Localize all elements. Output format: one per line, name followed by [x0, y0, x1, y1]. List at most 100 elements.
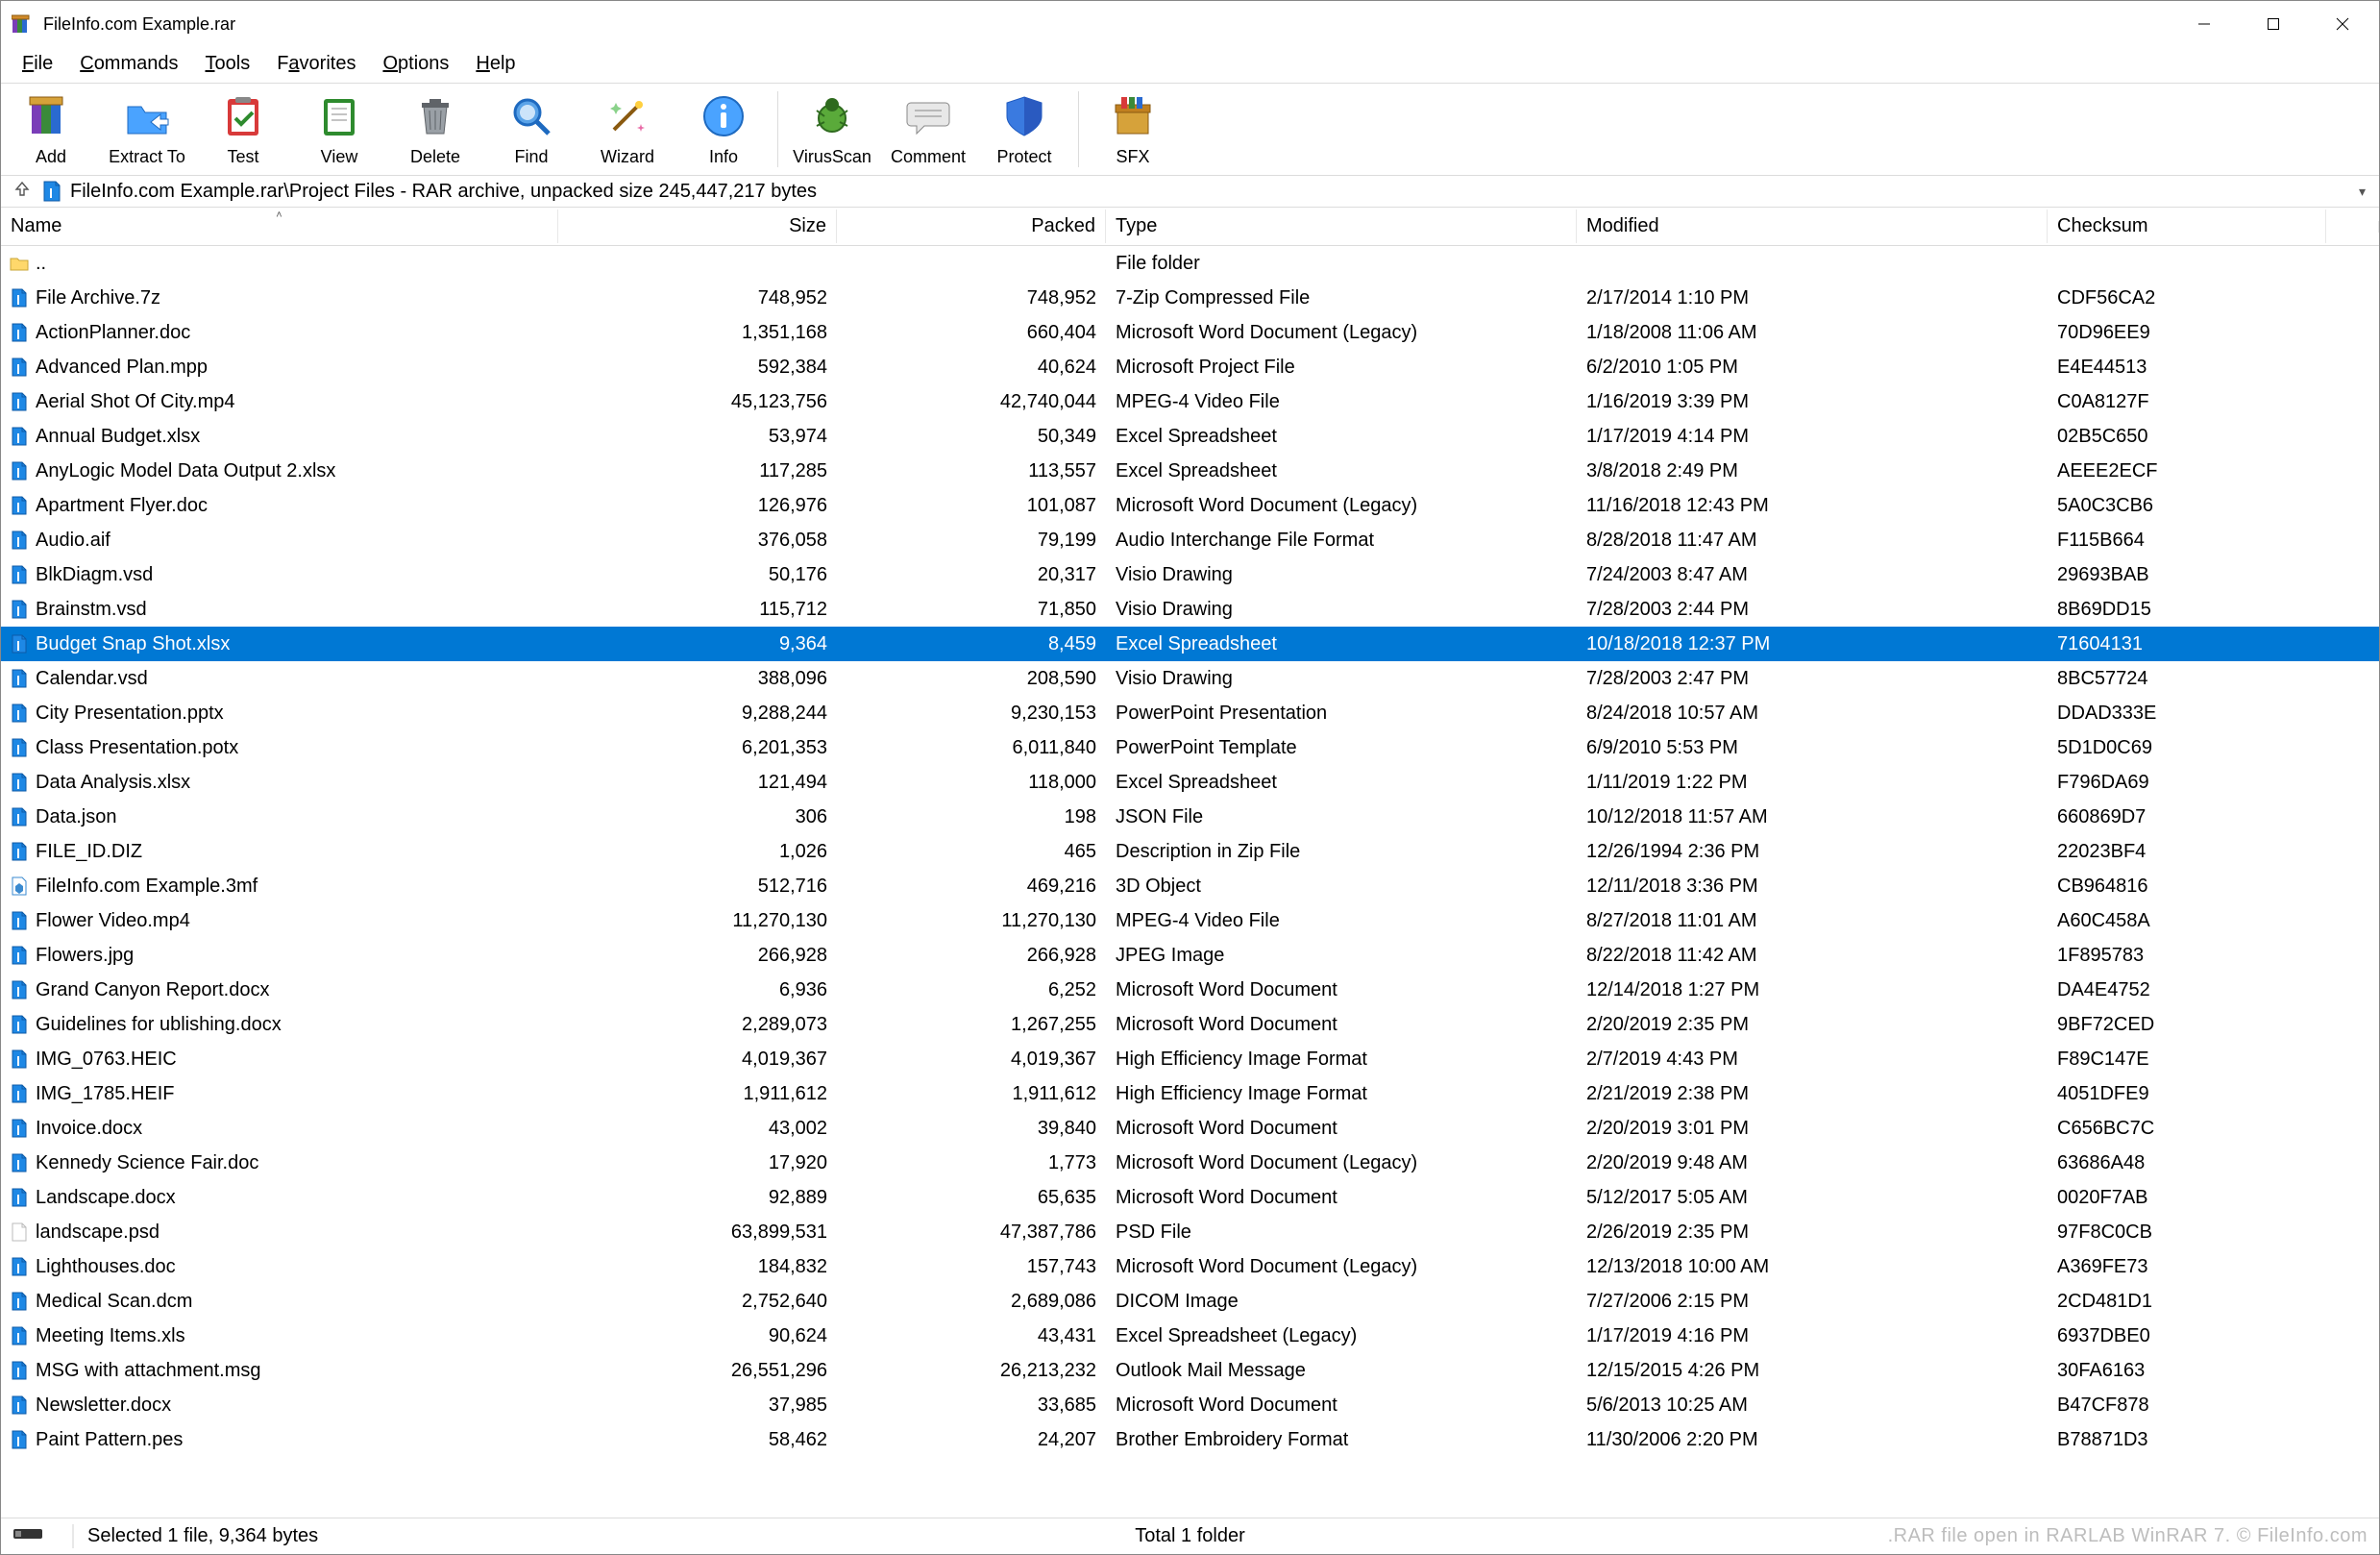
table-row[interactable]: Guidelines for ublishing.docx2,289,0731,…: [1, 1007, 2379, 1042]
file-icon: [9, 391, 30, 412]
file-size: 512,716: [558, 876, 837, 898]
toolbar-label: Protect: [996, 147, 1051, 167]
file-size: 50,176: [558, 564, 837, 586]
toolbar-sfx-button[interactable]: SFX: [1085, 86, 1181, 173]
menu-tools[interactable]: Tools: [192, 49, 264, 79]
toolbar-info-button[interactable]: Info: [675, 86, 772, 173]
file-name: BlkDiagm.vsd: [36, 564, 153, 586]
table-row[interactable]: landscape.psd63,899,53147,387,786PSD Fil…: [1, 1215, 2379, 1249]
table-row[interactable]: Newsletter.docx37,98533,685Microsoft Wor…: [1, 1388, 2379, 1422]
path-text[interactable]: FileInfo.com Example.rar\Project Files -…: [70, 181, 2351, 203]
toolbar-find-button[interactable]: Find: [483, 86, 579, 173]
file-modified: 7/28/2003 2:47 PM: [1577, 668, 2048, 690]
column-header-name[interactable]: Name˄: [1, 210, 558, 243]
column-header-packed[interactable]: Packed: [837, 210, 1106, 243]
menu-bar: FileCommandsToolsFavoritesOptionsHelp: [1, 47, 2379, 83]
table-row[interactable]: Landscape.docx92,88965,635Microsoft Word…: [1, 1180, 2379, 1215]
table-row[interactable]: Medical Scan.dcm2,752,6402,689,086DICOM …: [1, 1284, 2379, 1319]
table-row[interactable]: Aerial Shot Of City.mp445,123,75642,740,…: [1, 384, 2379, 419]
file-icon: [9, 945, 30, 966]
menu-options[interactable]: Options: [369, 49, 462, 79]
table-row[interactable]: Data Analysis.xlsx121,494118,000Excel Sp…: [1, 765, 2379, 800]
column-header-modified[interactable]: Modified: [1577, 210, 2048, 243]
toolbar-comment-button[interactable]: Comment: [880, 86, 976, 173]
file-icon: [9, 1049, 30, 1070]
table-row[interactable]: Flowers.jpg266,928266,928JPEG Image8/22/…: [1, 938, 2379, 973]
file-size: 17,920: [558, 1152, 837, 1174]
file-type: Excel Spreadsheet (Legacy): [1106, 1325, 1577, 1347]
parent-folder-row[interactable]: ..File folder: [1, 246, 2379, 281]
file-name: Aerial Shot Of City.mp4: [36, 391, 234, 413]
table-row[interactable]: Audio.aif376,05879,199Audio Interchange …: [1, 523, 2379, 557]
view-icon: [312, 89, 366, 143]
table-row[interactable]: IMG_1785.HEIF1,911,6121,911,612High Effi…: [1, 1076, 2379, 1111]
file-size: 26,551,296: [558, 1360, 837, 1382]
menu-help[interactable]: Help: [462, 49, 528, 79]
table-row[interactable]: FileInfo.com Example.3mf512,716469,2163D…: [1, 869, 2379, 903]
table-row[interactable]: AnyLogic Model Data Output 2.xlsx117,285…: [1, 454, 2379, 488]
table-row[interactable]: Paint Pattern.pes58,46224,207Brother Emb…: [1, 1422, 2379, 1457]
up-button[interactable]: [11, 180, 34, 203]
file-checksum: CB964816: [2048, 876, 2326, 898]
table-row[interactable]: File Archive.7z748,952748,9527-Zip Compr…: [1, 281, 2379, 315]
table-row[interactable]: MSG with attachment.msg26,551,29626,213,…: [1, 1353, 2379, 1388]
table-row[interactable]: Calendar.vsd388,096208,590Visio Drawing7…: [1, 661, 2379, 696]
file-icon: [9, 1325, 30, 1346]
toolbar-view-button[interactable]: View: [291, 86, 387, 173]
toolbar-protect-button[interactable]: Protect: [976, 86, 1072, 173]
file-checksum: 22023BF4: [2048, 841, 2326, 863]
file-checksum: 63686A48: [2048, 1152, 2326, 1174]
table-row[interactable]: Kennedy Science Fair.doc17,9201,773Micro…: [1, 1146, 2379, 1180]
table-row[interactable]: Budget Snap Shot.xlsx9,3648,459Excel Spr…: [1, 627, 2379, 661]
table-row[interactable]: Grand Canyon Report.docx6,9366,252Micros…: [1, 973, 2379, 1007]
table-row[interactable]: Flower Video.mp411,270,13011,270,130MPEG…: [1, 903, 2379, 938]
toolbar-extract-to-button[interactable]: Extract To: [99, 86, 195, 173]
table-row[interactable]: Annual Budget.xlsx53,97450,349Excel Spre…: [1, 419, 2379, 454]
toolbar-virus-scan-button[interactable]: VirusScan: [784, 86, 880, 173]
file-modified: 5/12/2017 5:05 AM: [1577, 1187, 2048, 1209]
path-dropdown-icon[interactable]: ▾: [2359, 184, 2369, 200]
table-row[interactable]: Class Presentation.potx6,201,3536,011,84…: [1, 730, 2379, 765]
table-row[interactable]: Data.json306198JSON File10/12/2018 11:57…: [1, 800, 2379, 834]
file-packed: 113,557: [837, 460, 1106, 482]
file-name: MSG with attachment.msg: [36, 1360, 261, 1382]
table-row[interactable]: Brainstm.vsd115,71271,850Visio Drawing7/…: [1, 592, 2379, 627]
table-row[interactable]: City Presentation.pptx9,288,2449,230,153…: [1, 696, 2379, 730]
file-size: 1,351,168: [558, 322, 837, 344]
toolbar-add-button[interactable]: Add: [3, 86, 99, 173]
disk-icon: [12, 1525, 43, 1547]
menu-file[interactable]: File: [9, 49, 66, 79]
column-header-checksum[interactable]: Checksum: [2048, 210, 2326, 243]
file-list[interactable]: ..File folderFile Archive.7z748,952748,9…: [1, 246, 2379, 1518]
minimize-button[interactable]: [2170, 1, 2239, 47]
file-name: Paint Pattern.pes: [36, 1429, 183, 1451]
table-row[interactable]: Meeting Items.xls90,62443,431Excel Sprea…: [1, 1319, 2379, 1353]
table-row[interactable]: ActionPlanner.doc1,351,168660,404Microso…: [1, 315, 2379, 350]
toolbar-wizard-button[interactable]: Wizard: [579, 86, 675, 173]
file-icon: [9, 495, 30, 516]
column-header-size[interactable]: Size: [558, 210, 837, 243]
table-row[interactable]: Lighthouses.doc184,832157,743Microsoft W…: [1, 1249, 2379, 1284]
table-row[interactable]: Apartment Flyer.doc126,976101,087Microso…: [1, 488, 2379, 523]
menu-favorites[interactable]: Favorites: [263, 49, 369, 79]
column-header-type[interactable]: Type: [1106, 210, 1577, 243]
file-icon: [9, 1256, 30, 1277]
comment-icon: [901, 89, 955, 143]
file-type: Microsoft Word Document: [1106, 1014, 1577, 1036]
table-row[interactable]: FILE_ID.DIZ1,026465Description in Zip Fi…: [1, 834, 2379, 869]
table-row[interactable]: Invoice.docx43,00239,840Microsoft Word D…: [1, 1111, 2379, 1146]
file-packed: 157,743: [837, 1256, 1106, 1278]
table-row[interactable]: Advanced Plan.mpp592,38440,624Microsoft …: [1, 350, 2379, 384]
file-modified: 10/18/2018 12:37 PM: [1577, 633, 2048, 655]
toolbar-test-button[interactable]: Test: [195, 86, 291, 173]
file-icon: [9, 737, 30, 758]
close-button[interactable]: [2308, 1, 2377, 47]
table-row[interactable]: BlkDiagm.vsd50,17620,317Visio Drawing7/2…: [1, 557, 2379, 592]
file-size: 121,494: [558, 772, 837, 794]
table-row[interactable]: IMG_0763.HEIC4,019,3674,019,367High Effi…: [1, 1042, 2379, 1076]
maximize-button[interactable]: [2239, 1, 2308, 47]
toolbar-delete-button[interactable]: Delete: [387, 86, 483, 173]
file-checksum: 2CD481D1: [2048, 1291, 2326, 1313]
menu-commands[interactable]: Commands: [66, 49, 191, 79]
file-packed: 6,252: [837, 979, 1106, 1001]
